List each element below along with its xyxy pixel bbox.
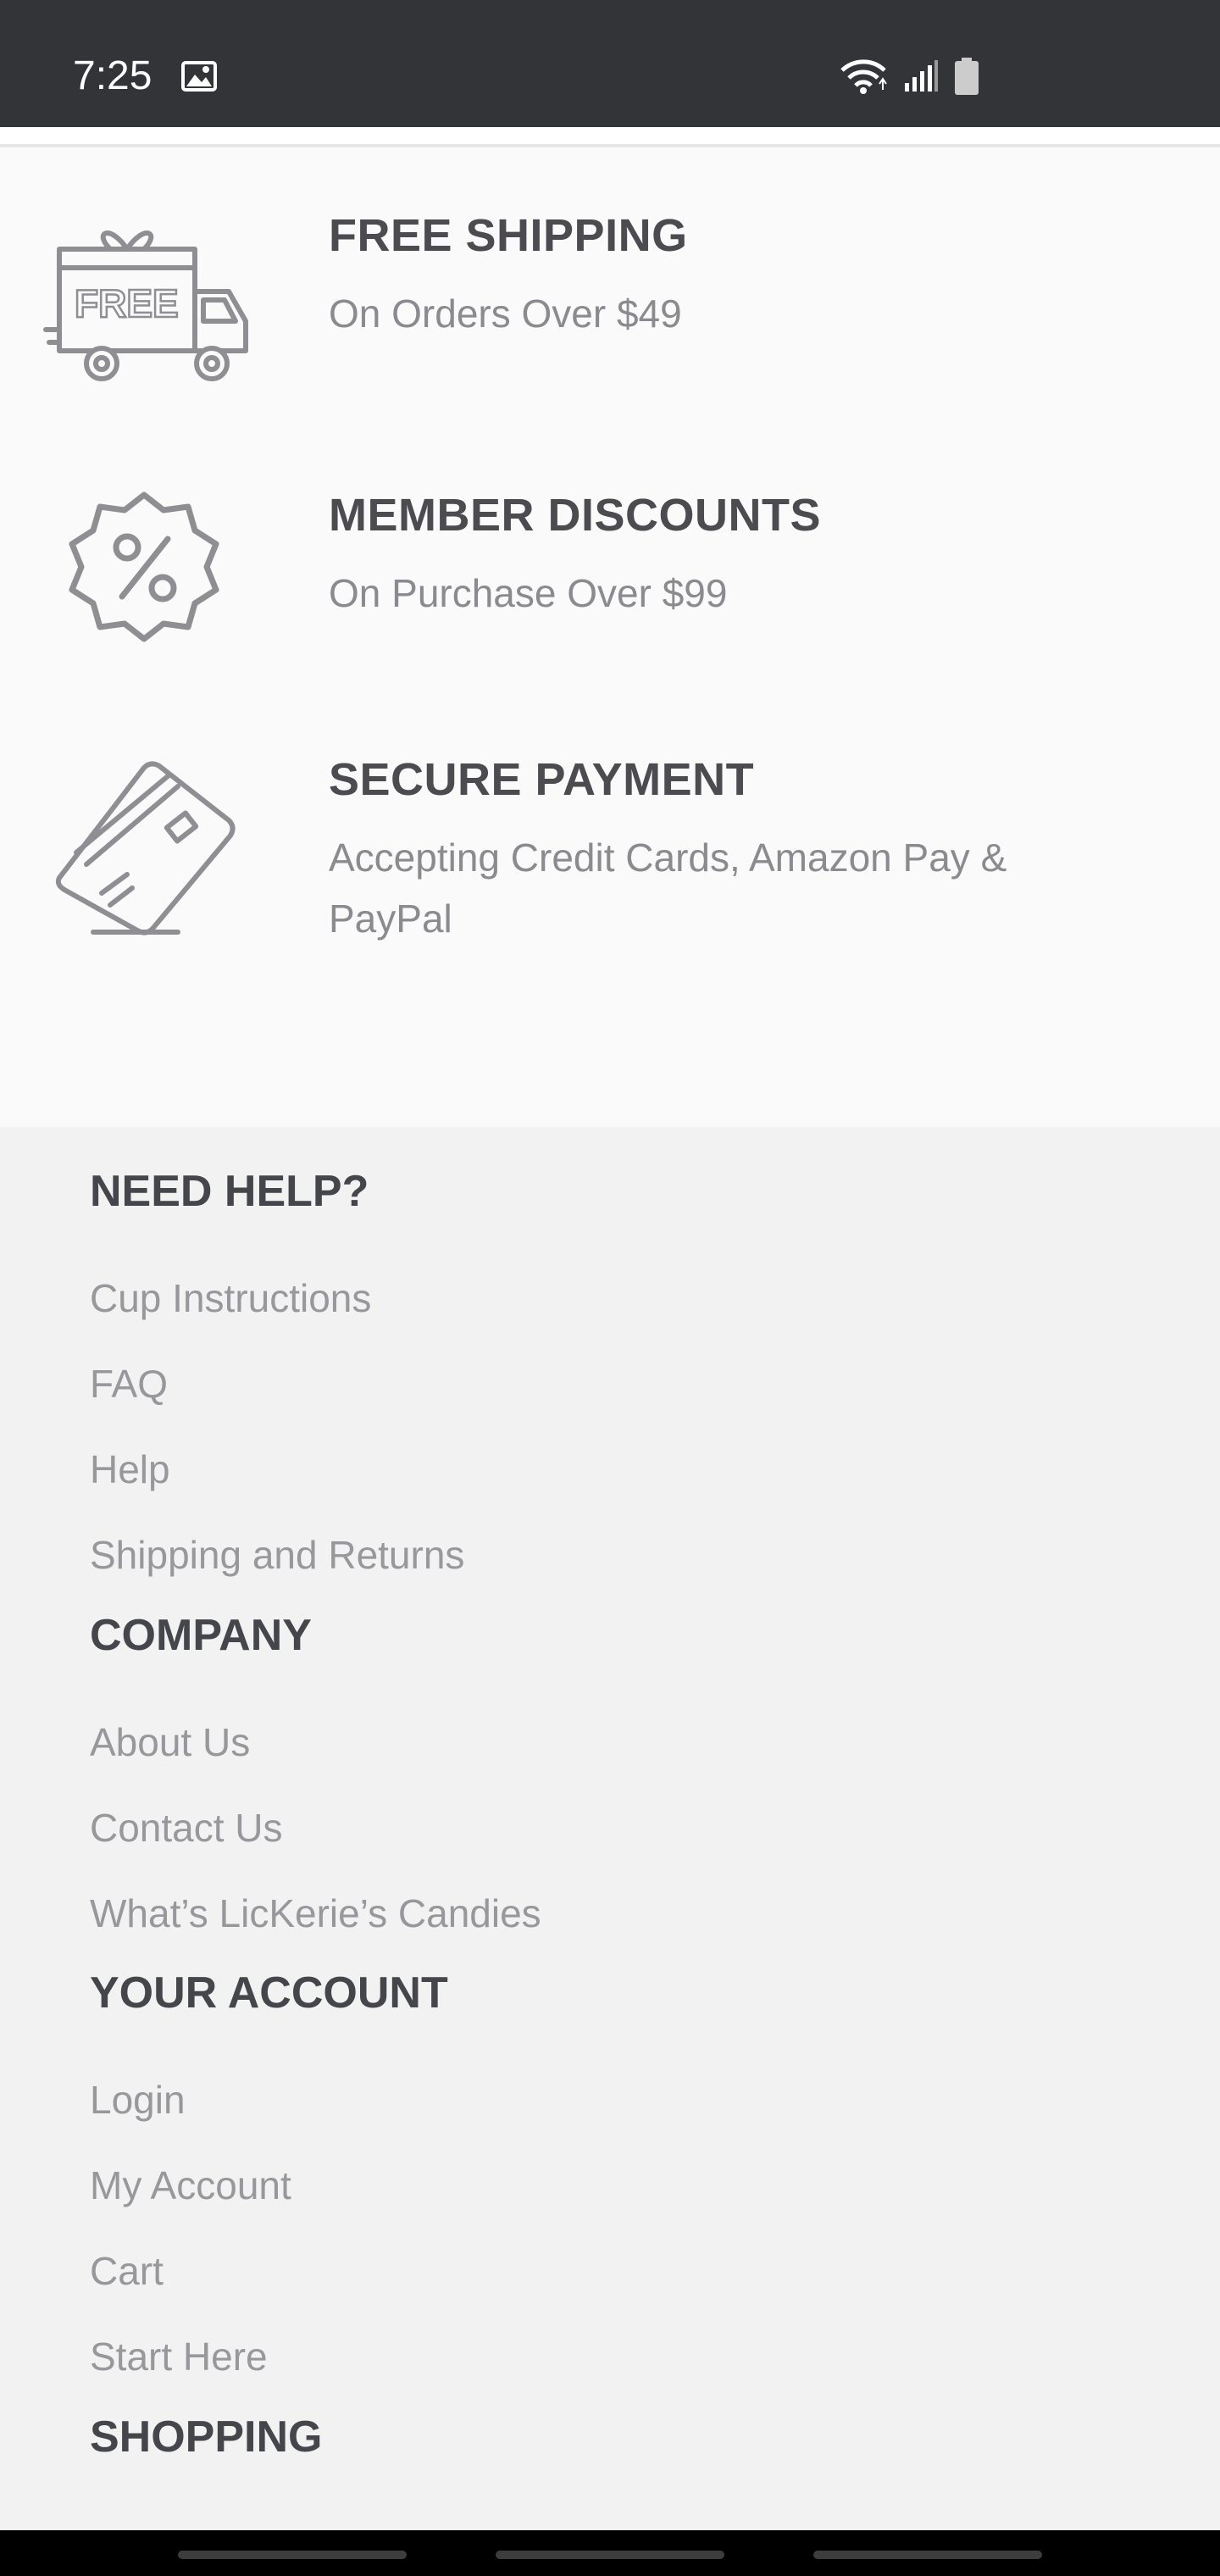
feature-member-discounts: MEMBER DISCOUNTS On Purchase Over $99: [0, 486, 1220, 673]
header-divider: [0, 127, 1220, 147]
footer-link-start-here[interactable]: Start Here: [90, 2331, 268, 2382]
status-icons: [839, 53, 979, 100]
footer-heading-your-account: YOUR ACCOUNT: [90, 1968, 448, 2018]
feature-subtitle: On Purchase Over $99: [329, 571, 728, 615]
footer-link-cup-instructions[interactable]: Cup Instructions: [90, 1273, 371, 1324]
nav-home-button[interactable]: [496, 2551, 724, 2559]
footer-link-about-us[interactable]: About Us: [90, 1717, 250, 1768]
feature-free-shipping: FREE FREE SHIPPING On Orders Over $49: [0, 207, 1220, 427]
footer-link-whats-lickeries-candies[interactable]: What’s LicKerie’s Candies: [90, 1888, 541, 1939]
status-bar: 7:25: [0, 0, 1220, 127]
footer-link-login[interactable]: Login: [90, 2074, 186, 2125]
free-delivery-truck-icon: FREE: [43, 230, 248, 381]
footer: NEED HELP? Cup Instructions FAQ Help Shi…: [0, 1127, 1220, 2530]
footer-link-cart[interactable]: Cart: [90, 2246, 164, 2296]
footer-link-contact-us[interactable]: Contact Us: [90, 1802, 283, 1853]
footer-heading-company: COMPANY: [90, 1611, 312, 1660]
credit-card-icon: [55, 761, 236, 935]
battery-icon: [955, 58, 979, 95]
free-icon-text: FREE: [75, 281, 179, 325]
footer-link-my-account[interactable]: My Account: [90, 2160, 291, 2211]
feature-subtitle: On Orders Over $49: [329, 291, 682, 336]
system-nav-bar: [0, 2530, 1220, 2576]
feature-title: SECURE PAYMENT: [329, 754, 755, 805]
footer-heading-shopping: SHOPPING: [90, 2412, 323, 2462]
footer-link-help[interactable]: Help: [90, 1444, 170, 1495]
feature-secure-payment: SECURE PAYMENT Accepting Credit Cards, A…: [0, 751, 1220, 988]
percent-badge-icon: [69, 491, 219, 642]
nav-recents-button[interactable]: [178, 2551, 407, 2559]
feature-subtitle: Accepting Credit Cards, Amazon Pay & Pay…: [329, 836, 1007, 941]
wifi-icon: [840, 59, 887, 94]
image-icon: [181, 61, 217, 92]
nav-back-button[interactable]: [813, 2551, 1042, 2559]
footer-link-faq[interactable]: FAQ: [90, 1358, 168, 1409]
feature-title: MEMBER DISCOUNTS: [329, 490, 822, 541]
status-time: 7:25: [73, 53, 152, 98]
signal-icon: [905, 60, 938, 92]
features-section: FREE FREE SHIPPING On Orders Over $49 ME…: [0, 147, 1220, 1127]
footer-heading-need-help: NEED HELP?: [90, 1167, 369, 1216]
footer-link-shipping-returns[interactable]: Shipping and Returns: [90, 1530, 464, 1580]
feature-title: FREE SHIPPING: [329, 210, 688, 261]
